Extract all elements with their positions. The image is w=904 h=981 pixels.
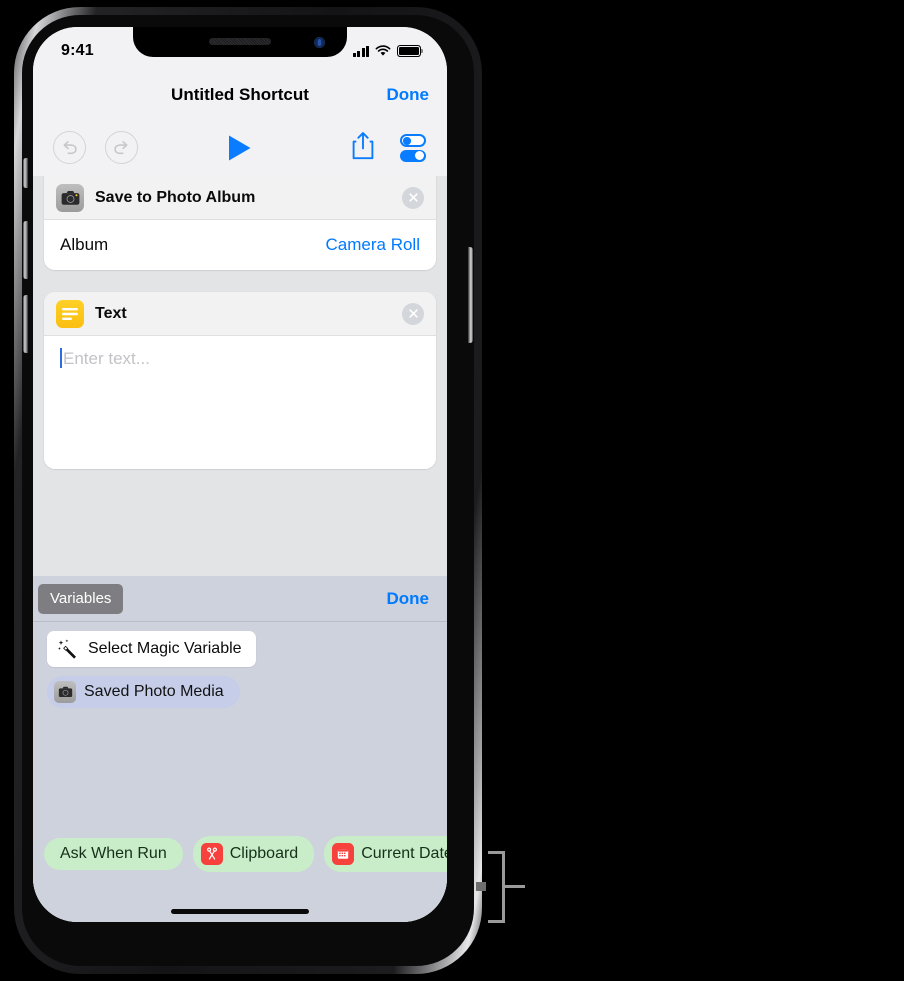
callout-bottom-tick <box>488 920 505 923</box>
wifi-icon <box>375 45 391 57</box>
redo-icon <box>105 131 138 164</box>
volume-up-button[interactable] <box>23 221 28 279</box>
play-icon <box>229 135 251 161</box>
action-card-text[interactable]: Text Enter text... <box>44 292 436 469</box>
text-input-area[interactable]: Enter text... <box>44 336 436 469</box>
status-icons <box>352 45 423 57</box>
redo-button[interactable] <box>105 131 138 164</box>
battery-icon <box>397 45 423 57</box>
select-magic-variable-button[interactable]: Select Magic Variable <box>47 631 256 667</box>
front-camera-icon <box>314 37 325 48</box>
callout-anchor-dot <box>476 882 486 891</box>
variables-list: Select Magic Variable Saved Photo Media <box>33 622 447 708</box>
iphone-device-frame: 9:41 Untitled Shortcut Done Save to Phot… <box>14 7 482 974</box>
parameter-value[interactable]: Camera Roll <box>326 235 420 255</box>
page-title: Untitled Shortcut <box>171 85 309 104</box>
chip-label: Ask When Run <box>60 845 167 862</box>
toggle-on-icon <box>400 149 426 162</box>
variables-done-button[interactable]: Done <box>387 589 430 609</box>
callout-stem <box>505 885 525 888</box>
share-button[interactable] <box>351 131 375 161</box>
close-icon[interactable] <box>402 302 424 325</box>
variables-panel: Variables Done Select Magic Variable Sav… <box>33 576 447 922</box>
suggested-variables-row: Ask When Run Clipboard Current Date <box>33 836 447 872</box>
home-indicator[interactable] <box>171 909 309 914</box>
power-button[interactable] <box>468 247 473 343</box>
chip-label: Clipboard <box>229 845 299 862</box>
action-title: Save to Photo Album <box>95 188 256 206</box>
toggle-off-icon <box>400 134 426 147</box>
undo-button[interactable] <box>53 131 86 164</box>
chip-current-date[interactable]: Current Date <box>324 836 447 872</box>
undo-icon <box>53 131 86 164</box>
callout-bracket <box>476 851 528 923</box>
run-shortcut-button[interactable] <box>227 133 253 163</box>
camera-icon <box>54 681 76 703</box>
chip-clipboard[interactable]: Clipboard <box>192 836 315 872</box>
screenshot-root: 9:41 Untitled Shortcut Done Save to Phot… <box>0 0 904 981</box>
volume-down-button[interactable] <box>23 295 28 353</box>
navigation-bar: Untitled Shortcut Done <box>33 71 447 119</box>
variable-chip-label: Saved Photo Media <box>84 683 224 700</box>
toggles-icon <box>395 133 431 163</box>
magic-wand-icon <box>58 639 79 659</box>
action-parameter-row-album[interactable]: Album Camera Roll <box>44 220 436 270</box>
magic-variable-label: Select Magic Variable <box>88 640 242 657</box>
chip-ask-when-run[interactable]: Ask When Run <box>44 838 183 870</box>
editor-toolbar <box>33 119 447 176</box>
action-title: Text <box>95 304 127 322</box>
earpiece-speaker-icon <box>209 38 271 45</box>
calendar-icon <box>332 843 355 865</box>
text-input-placeholder: Enter text... <box>63 349 150 368</box>
scissors-icon <box>200 843 223 865</box>
action-card-save-to-photo-album[interactable]: Save to Photo Album Album Camera Roll <box>44 176 436 270</box>
nav-done-button[interactable]: Done <box>387 85 430 105</box>
chip-label: Current Date <box>361 845 447 862</box>
close-icon[interactable] <box>402 186 424 209</box>
variables-toolbar: Variables Done <box>33 576 447 622</box>
action-header: Text <box>44 292 436 336</box>
variable-chip-saved-photo-media[interactable]: Saved Photo Media <box>47 676 240 708</box>
action-header: Save to Photo Album <box>44 176 436 220</box>
mute-switch-button[interactable] <box>23 158 28 188</box>
cellular-signal-icon <box>352 45 369 57</box>
phone-screen: 9:41 Untitled Shortcut Done Save to Phot… <box>33 27 447 922</box>
tab-variables[interactable]: Variables <box>38 583 124 614</box>
camera-icon <box>56 183 84 212</box>
share-icon <box>352 132 374 160</box>
text-lines-icon <box>56 299 84 328</box>
status-time: 9:41 <box>61 42 94 59</box>
shortcut-settings-button[interactable] <box>395 133 431 163</box>
parameter-label: Album <box>60 235 109 254</box>
text-caret <box>60 348 62 368</box>
notch <box>133 27 347 57</box>
